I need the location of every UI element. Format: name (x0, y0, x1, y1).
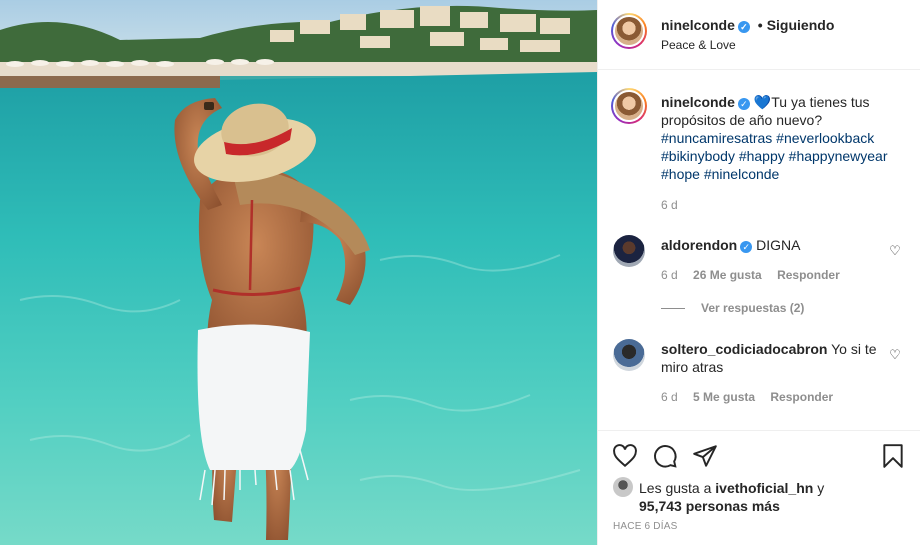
post-side-panel: ninelconde ✓ • Siguiendo Peace & Love nine… (597, 0, 920, 545)
liker-avatar[interactable] (613, 477, 633, 497)
heart-icon[interactable] (612, 443, 638, 469)
verified-icon: ✓ (737, 98, 750, 110)
comment-like-heart-icon[interactable]: ♡ (887, 243, 903, 259)
hashtag[interactable]: #happynewyear (789, 148, 888, 164)
paper-plane-icon[interactable] (692, 443, 718, 469)
hashtag[interactable]: #nuncamiresatras (661, 130, 772, 146)
hashtag[interactable]: #neverlookback (776, 130, 874, 146)
verified-icon: ✓ (737, 21, 750, 33)
caption-username[interactable]: ninelconde (661, 94, 735, 110)
commenter-avatar[interactable] (613, 339, 645, 371)
follow-status-button[interactable]: Siguiendo (767, 17, 835, 33)
comment-username[interactable]: soltero_codiciadocabron (661, 341, 827, 357)
comment-time[interactable]: 6 d (661, 390, 678, 404)
view-replies-label: Ver respuestas (2) (701, 301, 805, 315)
reply-button[interactable]: Responder (777, 268, 840, 282)
likes-prefix: Les gusta a (639, 480, 712, 496)
hashtag[interactable]: #hope (661, 166, 700, 182)
bookmark-icon[interactable] (880, 443, 906, 469)
author-line: ninelconde ✓ • Siguiendo (661, 17, 834, 33)
comment-like-heart-icon[interactable]: ♡ (887, 347, 903, 363)
caption-text: ninelconde ✓ 💙Tu ya tienes tus propósitos… (661, 93, 901, 183)
caption-timestamp[interactable]: 6 d (661, 198, 678, 212)
reply-button[interactable]: Responder (770, 390, 833, 404)
comment-likes[interactable]: 26 Me gusta (693, 268, 762, 282)
likes-count[interactable]: 95,743 personas más (613, 498, 780, 514)
comment-icon[interactable] (652, 443, 678, 469)
post-date[interactable]: HACE 6 DÍAS (613, 521, 677, 532)
comment-body: DIGNA (756, 237, 801, 253)
comment-meta: 6 d 5 Me gusta Responder (661, 390, 845, 404)
likes-conj: y (817, 480, 825, 496)
replies-divider (661, 308, 685, 310)
comment-username[interactable]: aldorendon (661, 237, 737, 253)
verified-icon: ✓ (740, 241, 753, 253)
location-subtitle[interactable]: Peace & Love (661, 38, 736, 52)
hashtag[interactable]: #happy (739, 148, 785, 164)
comment-likes[interactable]: 5 Me gusta (693, 390, 755, 404)
post-header: ninelconde ✓ • Siguiendo Peace & Love (598, 0, 920, 70)
separator-dot: • (757, 17, 763, 33)
post-photo[interactable] (0, 0, 597, 545)
liker-username[interactable]: ivethoficial_hn (715, 480, 813, 496)
blue-heart-emoji: 💙 (753, 94, 772, 110)
comment-time[interactable]: 6 d (661, 268, 678, 282)
beach-photo (0, 0, 597, 545)
author-avatar[interactable] (611, 13, 647, 49)
hashtag[interactable]: #ninelconde (704, 166, 780, 182)
instagram-post: ninelconde ✓ • Siguiendo Peace & Love nine… (0, 0, 920, 545)
commenter-avatar[interactable] (613, 235, 645, 267)
comment-text: aldorendon ✓ DIGNA (661, 236, 881, 254)
view-replies-button[interactable]: Ver respuestas (2) (661, 301, 804, 315)
comment-meta: 6 d 26 Me gusta Responder (661, 268, 852, 282)
likes-summary: Les gusta a ivethoficial_hn y 95,743 per… (613, 477, 824, 515)
comment-text: soltero_codiciadocabron Yo si te miro at… (661, 340, 881, 376)
post-actions: Les gusta a ivethoficial_hn y 95,743 per… (598, 430, 920, 545)
hashtag[interactable]: #bikinybody (661, 148, 735, 164)
caption-avatar[interactable] (611, 88, 647, 124)
author-username[interactable]: ninelconde (661, 17, 735, 33)
